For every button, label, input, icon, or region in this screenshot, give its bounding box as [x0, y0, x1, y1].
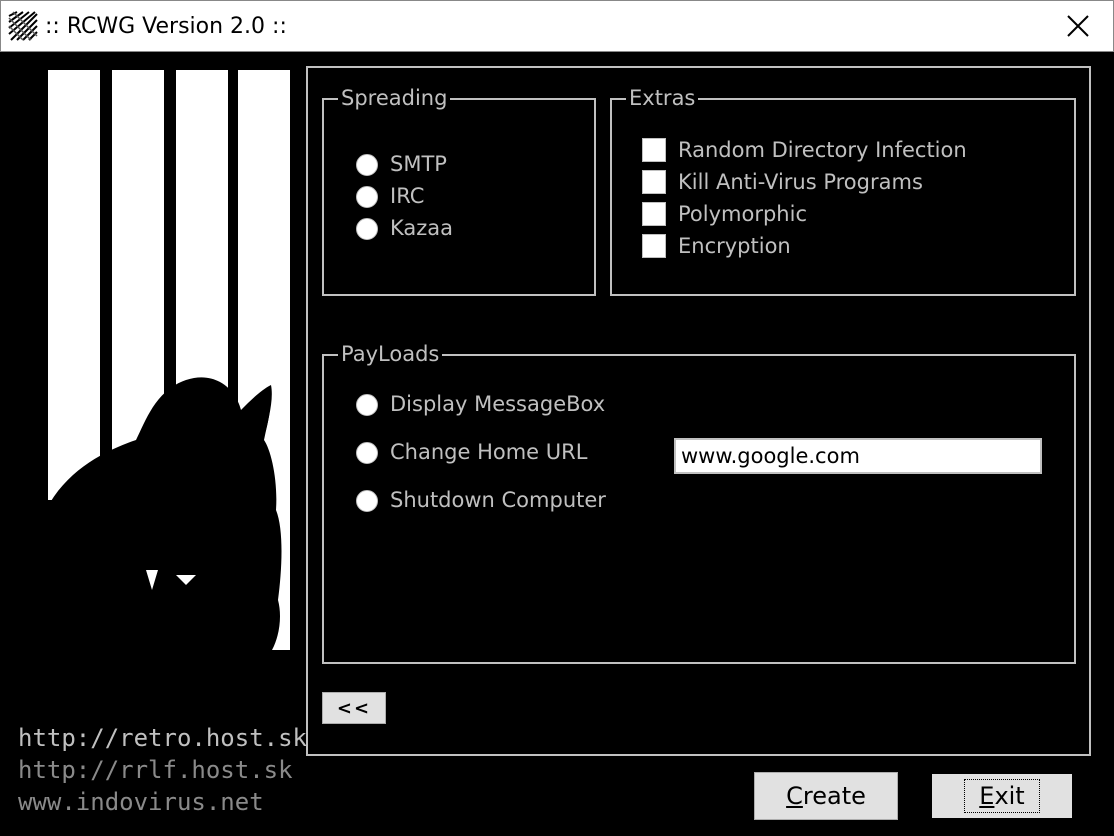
payloads-group: PayLoads Display MessageBox Change Home … — [322, 338, 1076, 664]
option-kazaa-label: Kazaa — [390, 216, 454, 240]
create-accelerator: C — [786, 782, 803, 810]
back-button[interactable]: << — [322, 692, 386, 724]
option-smtp-label: SMTP — [390, 152, 447, 176]
extra-polymorphic-label: Polymorphic — [678, 202, 807, 226]
link-indovirus[interactable]: www.indovirus.net — [18, 788, 264, 816]
payload-change-home-url-label: Change Home URL — [390, 440, 588, 464]
link-retro[interactable]: http://retro.host.sk — [18, 724, 307, 752]
spreading-legend: Spreading — [338, 82, 451, 114]
payload-shutdown-computer-label: Shutdown Computer — [390, 488, 606, 512]
radio-irc[interactable] — [356, 186, 378, 208]
exit-accelerator: E — [979, 782, 995, 810]
extras-group: Extras Random Directory Infection Kill A… — [610, 82, 1076, 296]
exit-button[interactable]: Exit — [930, 772, 1074, 820]
extra-encryption-label: Encryption — [678, 234, 791, 258]
radio-kazaa[interactable] — [356, 218, 378, 240]
close-icon — [1067, 15, 1089, 37]
payloads-legend: PayLoads — [338, 338, 443, 370]
checkbox-polymorphic[interactable] — [642, 202, 666, 226]
extras-legend: Extras — [626, 82, 699, 114]
spreading-group: Spreading SMTP IRC Kazaa — [322, 82, 596, 296]
radio-display-messagebox[interactable] — [356, 394, 378, 416]
checkbox-kill-antivirus[interactable] — [642, 170, 666, 194]
create-label: reate — [802, 782, 866, 810]
create-button[interactable]: Create — [754, 772, 898, 820]
extra-random-directory-infection-label: Random Directory Infection — [678, 138, 967, 162]
close-button[interactable] — [1043, 1, 1113, 51]
app-icon — [8, 11, 38, 41]
prisoner-silhouette-image — [46, 70, 290, 650]
radio-change-home-url[interactable] — [356, 442, 378, 464]
options-panel: Spreading SMTP IRC Kazaa Extras Random D… — [306, 66, 1091, 756]
link-rrlf[interactable]: http://rrlf.host.sk — [18, 756, 293, 784]
title-bar: :: RCWG Version 2.0 :: — [0, 0, 1114, 52]
checkbox-encryption[interactable] — [642, 234, 666, 258]
payload-display-messagebox-label: Display MessageBox — [390, 392, 606, 416]
radio-shutdown-computer[interactable] — [356, 490, 378, 512]
option-irc-label: IRC — [390, 184, 425, 208]
window-client: http://retro.host.sk http://rrlf.host.sk… — [0, 52, 1114, 836]
extra-kill-antivirus-label: Kill Anti-Virus Programs — [678, 170, 923, 194]
exit-label: xit — [994, 782, 1025, 810]
checkbox-random-directory-infection[interactable] — [642, 138, 666, 162]
home-url-input[interactable]: www.google.com — [674, 438, 1042, 474]
radio-smtp[interactable] — [356, 154, 378, 176]
exit-focus-rect: Exit — [964, 779, 1040, 813]
window-title: :: RCWG Version 2.0 :: — [45, 14, 287, 39]
